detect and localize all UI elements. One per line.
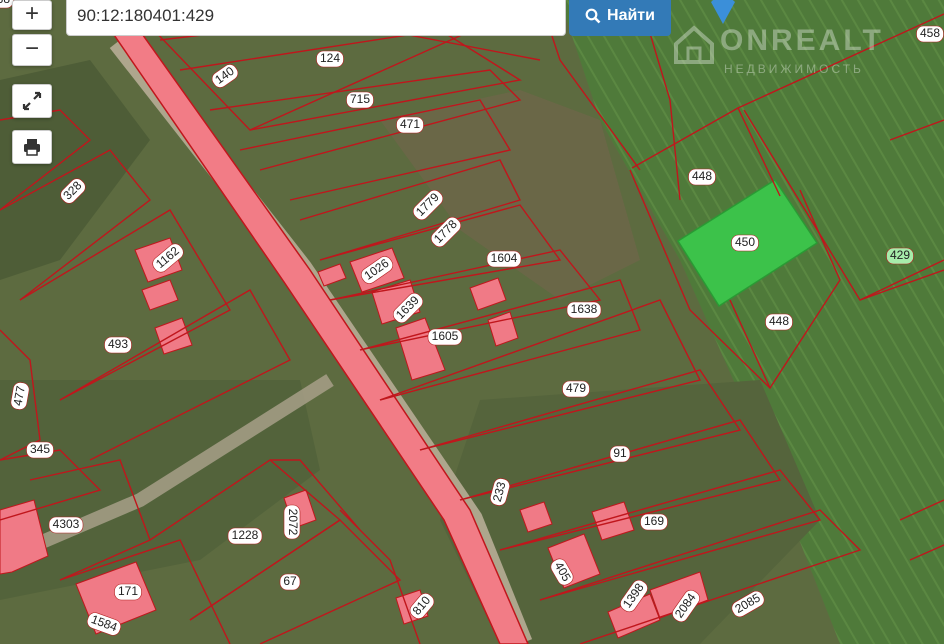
parcel-label-171: 171: [118, 584, 138, 598]
print-button[interactable]: [12, 130, 52, 164]
parcel-label-2072: 2072: [286, 509, 300, 536]
parcel-label-1228: 1228: [232, 528, 259, 542]
parcel-label-715: 715: [350, 92, 370, 106]
parcel-label-458: 458: [920, 26, 940, 40]
parcel-label-448: 448: [769, 314, 789, 328]
watermark-title: ONREALT: [720, 24, 884, 57]
find-button[interactable]: Найти: [569, 0, 671, 36]
house-icon: [674, 25, 714, 64]
map-canvas[interactable]: 124140715471328 177917781162 1026 160416381…: [0, 0, 944, 644]
parcel-label-471: 471: [400, 117, 420, 131]
parcel-label-1638: 1638: [571, 302, 598, 316]
parcel-label-345: 345: [30, 442, 50, 456]
parcel-label-479: 479: [566, 381, 586, 395]
parcel-label-448: 448: [692, 169, 712, 183]
parcel-label-1605: 1605: [432, 329, 459, 343]
parcel-label-169: 169: [644, 514, 664, 528]
location-marker-icon[interactable]: [710, 0, 736, 24]
find-button-label: Найти: [607, 7, 655, 24]
parcel-label-429: 429: [890, 248, 910, 262]
parcel-label-67: 67: [283, 574, 297, 588]
parcel-label-438: 438: [0, 0, 10, 6]
printer-icon: [24, 139, 40, 156]
zoom-out-button[interactable]: −: [12, 34, 52, 66]
fullscreen-button[interactable]: [12, 84, 52, 118]
fullscreen-icon: [22, 91, 42, 111]
parcel-label-91: 91: [613, 446, 627, 460]
parcel-label-1604: 1604: [491, 251, 518, 265]
parcel-label-124: 124: [320, 51, 340, 65]
parcel-label-493: 493: [108, 337, 128, 351]
search-icon: [585, 8, 601, 24]
parcel-label-450: 450: [735, 235, 755, 249]
parcel-label-4303: 4303: [53, 517, 80, 531]
zoom-in-button[interactable]: +: [12, 0, 52, 30]
watermark-subtitle: НЕДВИЖИМОСТЬ: [724, 62, 864, 76]
cadastral-search-input[interactable]: [66, 0, 566, 36]
watermark-logo: ONREALT НЕДВИЖИМОСТЬ: [672, 22, 922, 82]
